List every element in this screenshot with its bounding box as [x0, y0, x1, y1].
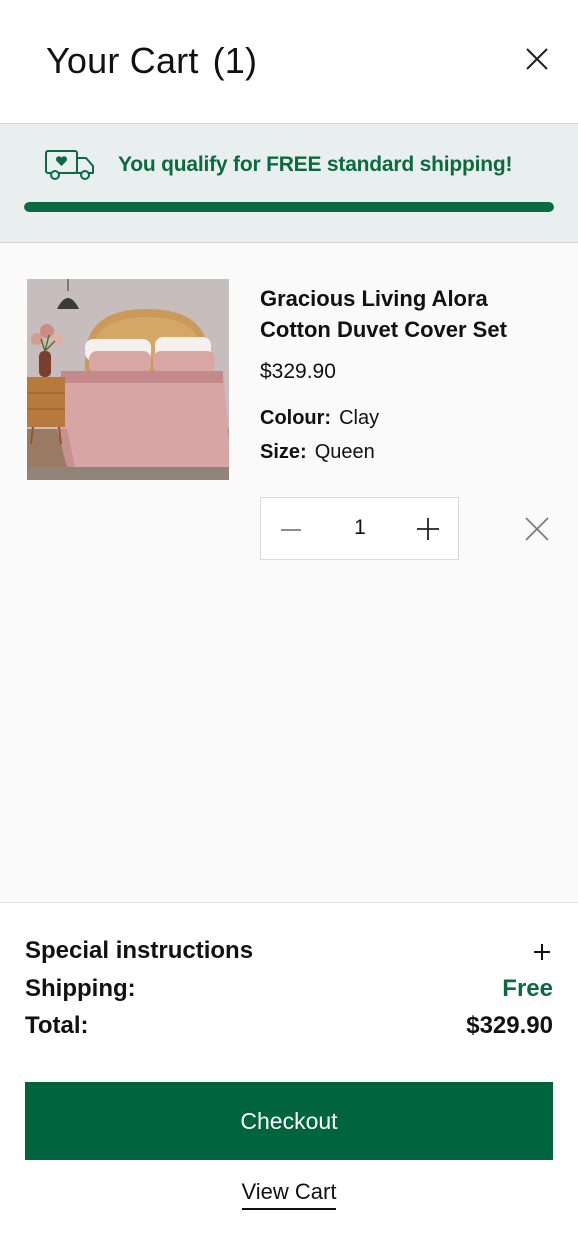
size-value: Queen	[314, 441, 375, 463]
shipping-value: Free	[502, 975, 553, 1002]
cart-drawer: Your Cart (1) You qualify for FREE standa…	[0, 0, 578, 1250]
product-image[interactable]	[27, 279, 229, 480]
increase-quantity-button[interactable]	[413, 514, 443, 544]
quantity-stepper: 1	[260, 497, 459, 560]
product-size-option: Size: Queen	[260, 441, 375, 464]
free-shipping-message: You qualify for FREE standard shipping!	[118, 153, 513, 176]
cart-title: Your Cart (1)	[46, 40, 257, 82]
colour-value: Clay	[339, 407, 380, 429]
shipping-row: Shipping: Free	[25, 975, 553, 1009]
product-price: $329.90	[260, 360, 336, 383]
product-image-bedroom	[27, 279, 229, 480]
special-instructions-toggle[interactable]: Special instructions	[25, 937, 553, 971]
decrease-quantity-button[interactable]	[277, 516, 305, 544]
close-icon	[526, 48, 548, 70]
shipping-progress-bar	[24, 202, 554, 212]
free-shipping-banner: You qualify for FREE standard shipping!	[0, 123, 578, 243]
delivery-truck-heart-icon	[45, 150, 94, 180]
cart-footer: Special instructions Shipping: Free Tota…	[0, 902, 578, 1250]
total-label: Total:	[25, 1012, 89, 1039]
shipping-label: Shipping:	[25, 975, 136, 1002]
special-instructions-label: Special instructions	[25, 937, 254, 964]
product-title[interactable]: Gracious Living Alora Cotton Duvet Cover…	[260, 283, 560, 345]
cart-header: Your Cart (1)	[0, 0, 578, 124]
cart-item-count: (1)	[212, 40, 258, 81]
cart-title-text: Your Cart	[46, 40, 199, 81]
remove-item-button[interactable]	[522, 514, 552, 544]
plus-icon	[417, 518, 439, 540]
size-label: Size:	[260, 441, 307, 463]
shipping-progress-fill	[24, 202, 554, 212]
plus-icon	[534, 944, 550, 960]
close-button[interactable]	[522, 44, 552, 74]
remove-icon	[525, 517, 549, 541]
total-row: Total: $329.90	[25, 1012, 553, 1046]
total-value: $329.90	[466, 1012, 553, 1039]
quantity-value[interactable]: 1	[331, 516, 389, 540]
minus-icon	[281, 529, 301, 531]
checkout-button[interactable]: Checkout	[25, 1082, 553, 1160]
colour-label: Colour:	[260, 407, 332, 429]
product-colour-option: Colour: Clay	[260, 407, 379, 430]
view-cart-container: View Cart	[0, 1179, 578, 1210]
view-cart-link[interactable]: View Cart	[241, 1179, 337, 1210]
